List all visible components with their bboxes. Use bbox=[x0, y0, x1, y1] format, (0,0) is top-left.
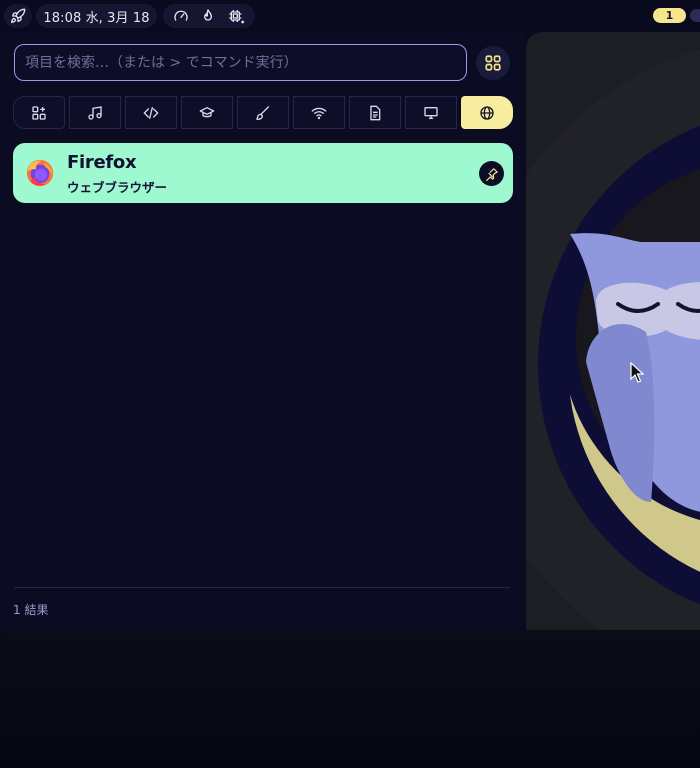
pin-icon bbox=[485, 167, 498, 181]
tab-category-all[interactable] bbox=[13, 96, 65, 129]
firefox-icon bbox=[26, 159, 54, 187]
workspace-indicator-active[interactable]: 1 bbox=[653, 8, 686, 23]
system-monitor-widget[interactable] bbox=[163, 4, 255, 28]
tab-category-development[interactable] bbox=[125, 96, 177, 129]
brush-icon bbox=[256, 105, 269, 120]
cpu-icon bbox=[229, 10, 244, 24]
mouse-cursor-icon bbox=[630, 362, 644, 383]
document-icon bbox=[370, 105, 381, 120]
tab-category-office[interactable] bbox=[349, 96, 401, 129]
gauge-icon bbox=[174, 10, 188, 21]
results-divider bbox=[14, 587, 510, 588]
category-tabs bbox=[13, 96, 513, 129]
background-window bbox=[526, 32, 700, 632]
launcher-toggle[interactable] bbox=[4, 4, 32, 28]
tab-category-graphics[interactable] bbox=[237, 96, 289, 129]
result-description: ウェブブラウザー bbox=[67, 180, 168, 195]
clock-widget[interactable]: 18:08 水, 3月 18 bbox=[36, 4, 157, 28]
flame-icon bbox=[204, 9, 212, 21]
tab-category-internet[interactable] bbox=[461, 96, 513, 129]
clock-text: 18:08 水, 3月 18 bbox=[43, 10, 150, 26]
result-count: 1 結果 bbox=[13, 603, 49, 617]
apps-add-icon bbox=[32, 105, 46, 120]
lower-window bbox=[0, 630, 700, 768]
pin-button[interactable] bbox=[479, 161, 504, 186]
owl-moon-wallpaper bbox=[526, 49, 700, 632]
tab-category-network[interactable] bbox=[293, 96, 345, 129]
result-title: Firefox bbox=[67, 152, 137, 173]
code-icon bbox=[143, 106, 159, 119]
monitor-icon bbox=[424, 106, 438, 119]
rocket-icon bbox=[11, 8, 26, 23]
search-input[interactable] bbox=[25, 54, 466, 71]
tab-category-system[interactable] bbox=[405, 96, 457, 129]
app-launcher-panel: Firefox ウェブブラウザー 1 結果 bbox=[0, 32, 526, 630]
workspace-indicator-next[interactable] bbox=[690, 9, 700, 22]
result-item-firefox[interactable]: Firefox ウェブブラウザー bbox=[13, 143, 513, 203]
app-grid-button[interactable] bbox=[476, 46, 510, 80]
tab-category-music[interactable] bbox=[69, 96, 121, 129]
tab-category-education[interactable] bbox=[181, 96, 233, 129]
music-icon bbox=[88, 105, 102, 120]
globe-icon bbox=[480, 105, 494, 120]
wifi-icon bbox=[311, 107, 327, 119]
grid-icon bbox=[485, 55, 501, 71]
search-field[interactable] bbox=[14, 44, 467, 81]
top-bar: 18:08 水, 3月 18 1 bbox=[0, 0, 700, 32]
graduation-cap-icon bbox=[199, 106, 215, 117]
